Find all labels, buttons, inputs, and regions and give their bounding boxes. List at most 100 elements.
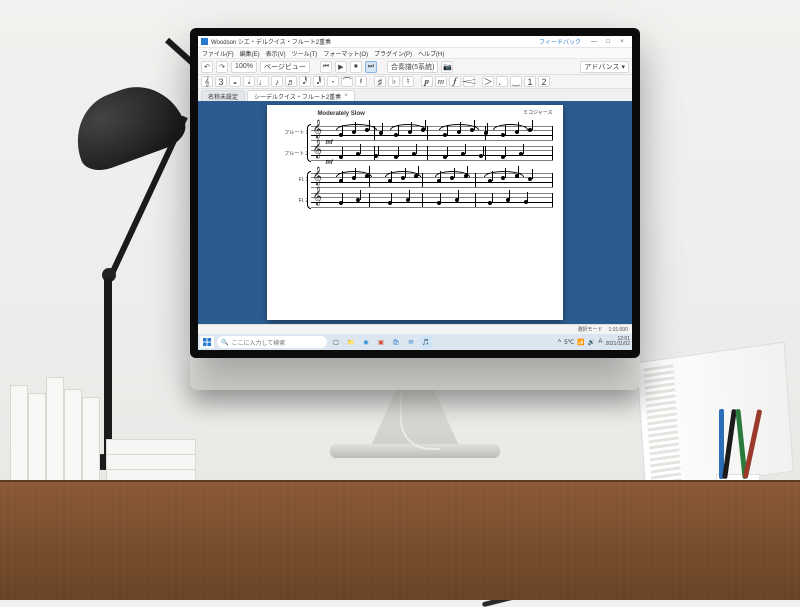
- tie-button[interactable]: ⌒: [341, 76, 353, 87]
- start-button[interactable]: [200, 336, 214, 348]
- accent-button[interactable]: ＞: [482, 76, 494, 87]
- advance-dropdown[interactable]: アドバンス ▾: [580, 61, 629, 73]
- close-button[interactable]: ×: [615, 37, 629, 47]
- windows-icon: [203, 338, 212, 347]
- staff-fl1[interactable]: 𝄞: [311, 171, 552, 189]
- tab-label: 名称未設定: [208, 92, 238, 101]
- note-quarter[interactable]: ♩: [257, 76, 269, 87]
- staff-fl1[interactable]: 𝄞 mf: [311, 124, 552, 142]
- menu-plugin[interactable]: プラグイン(P): [374, 49, 412, 58]
- play-button[interactable]: ▶: [335, 61, 347, 73]
- status-position: 1:01:000: [609, 327, 628, 333]
- menubar: ファイル(F) 編集(E) 表示(V) ツール(T) フォーマット(O) プラグ…: [198, 48, 632, 59]
- office-icon[interactable]: ▣: [375, 336, 387, 348]
- windows-taskbar: 🔍 ここに入力して検索 ▢ 📁 ◉ ▣ 🛍 ✉ 🎵 ˄ 5℃ 📶: [198, 334, 632, 350]
- zoom-dropdown[interactable]: 100%: [231, 61, 257, 73]
- score-page[interactable]: ミコジャース Moderately Slow フルート 1 フルート 2: [267, 105, 562, 320]
- titlebar: Woodson シエ・デルクイス・フルート2重奏 フィードバック — □ ×: [198, 36, 632, 48]
- menu-edit[interactable]: 編集(E): [240, 49, 260, 58]
- books-stack: [10, 377, 196, 485]
- part-label: Fl. 1: [277, 177, 308, 183]
- note-64th[interactable]: 𝅘𝅥𝅱: [313, 76, 325, 87]
- staff-fl2[interactable]: 𝄞 mf: [311, 144, 552, 162]
- tab-label: シーデルクイス・フルート2重奏: [254, 92, 341, 101]
- menu-format[interactable]: フォーマット(O): [323, 49, 368, 58]
- weather-widget[interactable]: 5℃: [564, 339, 574, 346]
- note-32nd[interactable]: 𝅘𝅥𝅰: [299, 76, 311, 87]
- taskview-icon[interactable]: ▢: [330, 336, 342, 348]
- network-icon[interactable]: 📶: [577, 339, 584, 346]
- tab-untitled[interactable]: 名称未設定: [201, 90, 245, 101]
- system-1: フルート 1 フルート 2 𝄞 mf: [277, 122, 552, 164]
- explorer-icon[interactable]: 📁: [345, 336, 357, 348]
- search-icon: 🔍: [221, 339, 228, 346]
- note-eighth[interactable]: ♪: [271, 76, 283, 87]
- tempo-marking: Moderately Slow: [317, 111, 552, 117]
- taskbar-clock[interactable]: 12:01 2021/11/02: [605, 337, 630, 347]
- clock-date: 2021/11/02: [605, 342, 630, 347]
- screenshot-button[interactable]: 📷: [441, 61, 453, 73]
- toolbar-notes: 𝄞 3 𝅝 𝅗𝅥 ♩ ♪ ♬ 𝅘𝅥𝅰 𝅘𝅥𝅱 ･ ⌒ 𝄽 ♯ ♭ ♮: [198, 75, 632, 89]
- system-2: Fl. 1 Fl. 2 𝄞: [277, 169, 552, 211]
- treble-clef-icon: 𝄞: [312, 169, 321, 185]
- flat-button[interactable]: ♭: [388, 76, 400, 87]
- maximize-button[interactable]: □: [601, 37, 615, 47]
- feedback-button[interactable]: フィードバック: [539, 37, 581, 46]
- monitor: Woodson シエ・デルクイス・フルート2重奏 フィードバック — □ × フ…: [190, 28, 640, 358]
- part-label: フルート 1: [277, 129, 308, 136]
- rest-button[interactable]: 𝄽: [355, 76, 367, 87]
- undo-button[interactable]: ↶: [201, 61, 213, 73]
- composer-label: ミコジャース: [523, 109, 553, 116]
- ime-icon[interactable]: A: [598, 339, 602, 345]
- menu-tools[interactable]: ツール(T): [292, 49, 318, 58]
- taskbar-search[interactable]: 🔍 ここに入力して検索: [217, 336, 327, 348]
- note-whole[interactable]: 𝅝: [229, 76, 241, 87]
- dyn-ff[interactable]: 𝆒: [463, 76, 475, 87]
- store-icon[interactable]: 🛍: [390, 336, 402, 348]
- volume-icon[interactable]: 🔊: [588, 339, 595, 346]
- ending2-button[interactable]: 2: [538, 76, 550, 87]
- system-tray[interactable]: ˄ 5℃ 📶 🔊 A 12:01 2021/11/02: [558, 337, 630, 347]
- edge-icon[interactable]: ◉: [360, 336, 372, 348]
- tab-close-icon[interactable]: ×: [344, 93, 348, 99]
- select-tool[interactable]: 𝄞: [201, 76, 213, 87]
- note-16th[interactable]: ♬: [285, 76, 297, 87]
- mail-icon[interactable]: ✉: [405, 336, 417, 348]
- menu-file[interactable]: ファイル(F): [202, 49, 234, 58]
- search-placeholder: ここに入力して検索: [231, 338, 285, 347]
- sharp-button[interactable]: ♯: [374, 76, 386, 87]
- app-icon: [201, 38, 208, 45]
- natural-button[interactable]: ♮: [402, 76, 414, 87]
- part-label: フルート 2: [277, 150, 308, 157]
- forward-button[interactable]: ⏭: [365, 61, 377, 73]
- minimize-button[interactable]: —: [587, 37, 601, 47]
- menu-help[interactable]: ヘルプ(H): [418, 49, 444, 58]
- status-mode: 選択モード: [578, 326, 603, 333]
- redo-button[interactable]: ↷: [216, 61, 228, 73]
- treble-clef-icon: 𝄞: [312, 189, 321, 205]
- score-layout-dropdown[interactable]: 合奏譜(5系統): [387, 61, 439, 73]
- treble-clef-icon: 𝄞: [312, 142, 321, 158]
- triplet-button[interactable]: 3: [215, 76, 227, 87]
- dot-button[interactable]: ･: [327, 76, 339, 87]
- staff-fl2[interactable]: 𝄞: [311, 191, 552, 209]
- dyn-f[interactable]: 𝆑: [449, 76, 461, 87]
- rewind-button[interactable]: ⏮: [320, 61, 332, 73]
- slur-button[interactable]: ‿: [510, 76, 522, 87]
- dyn-p[interactable]: 𝆐: [435, 76, 447, 87]
- stop-button[interactable]: ⏹: [350, 61, 362, 73]
- workspace[interactable]: ミコジャース Moderately Slow フルート 1 フルート 2: [198, 101, 632, 324]
- dyn-pp[interactable]: 𝆏: [421, 76, 433, 87]
- treble-clef-icon: 𝄞: [312, 122, 321, 138]
- chevron-up-icon[interactable]: ˄: [558, 339, 562, 345]
- note-half[interactable]: 𝅗𝅥: [243, 76, 255, 87]
- tab-current[interactable]: シーデルクイス・フルート2重奏 ×: [247, 90, 355, 101]
- menu-view[interactable]: 表示(V): [266, 49, 286, 58]
- ending1-button[interactable]: 1: [524, 76, 536, 87]
- pageview-dropdown[interactable]: ページビュー: [260, 61, 310, 73]
- staccato-button[interactable]: ．: [496, 76, 508, 87]
- part-label: Fl. 2: [277, 198, 308, 204]
- statusbar: 選択モード 1:01:000: [198, 324, 632, 334]
- document-tabbar: 名称未設定 シーデルクイス・フルート2重奏 ×: [198, 89, 632, 101]
- app-taskbar-icon[interactable]: 🎵: [420, 336, 432, 348]
